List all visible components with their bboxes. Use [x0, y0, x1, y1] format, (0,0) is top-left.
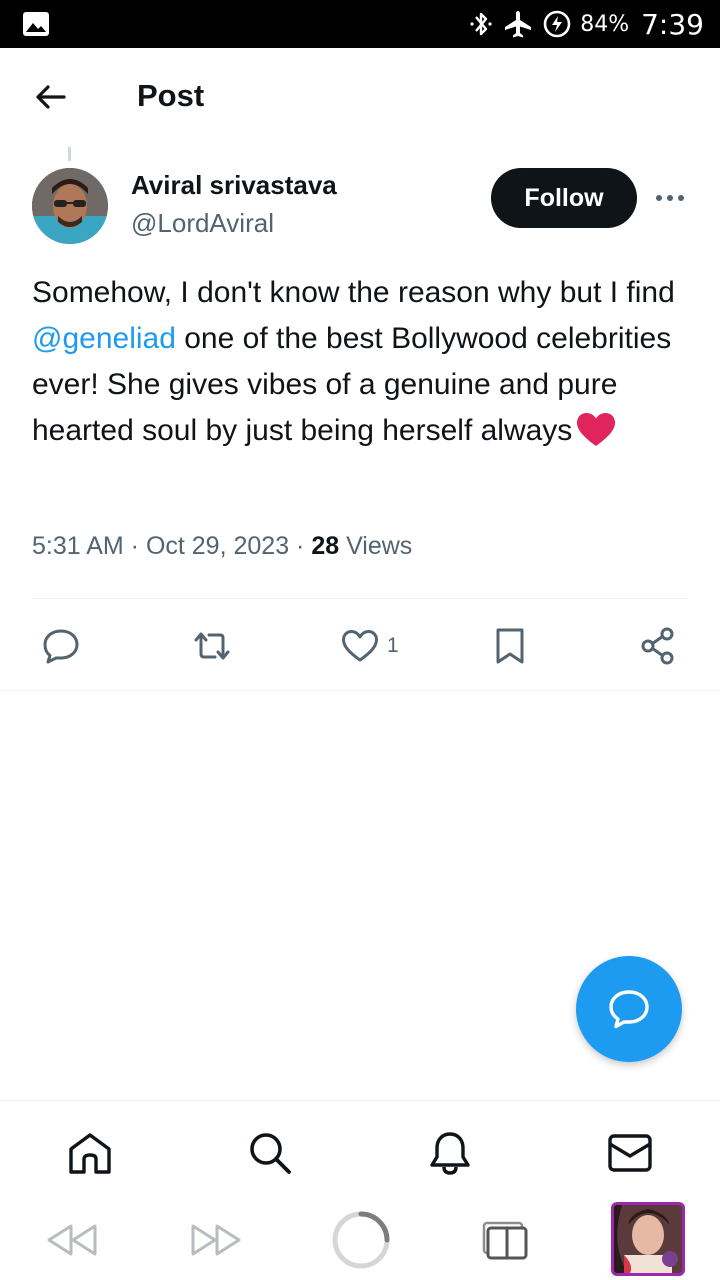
mention-link[interactable]: @geneliad — [32, 322, 176, 355]
avatar-photo — [32, 168, 108, 244]
reply-icon — [43, 629, 79, 664]
top-app-bar: Post — [0, 48, 720, 148]
post-text: Somehow, I don't know the reason why but… — [32, 270, 692, 454]
views-label: Views — [339, 532, 413, 560]
clock: 7:39 — [641, 7, 704, 41]
nav-home[interactable] — [66, 1129, 114, 1177]
heart-icon — [342, 630, 378, 662]
arrow-left-icon — [36, 85, 66, 109]
reply-button[interactable] — [42, 624, 80, 668]
back-button[interactable] — [30, 80, 70, 114]
search-icon — [250, 1133, 291, 1174]
post-text-part: Somehow, I don't know the reason why but… — [32, 276, 675, 309]
more-options-button[interactable] — [650, 182, 690, 214]
author-handle[interactable]: @LordAviral — [131, 208, 274, 239]
post-meta: 5:31 AM · Oct 29, 2023 · 28 Views — [32, 532, 412, 561]
bookmark-button[interactable] — [495, 624, 525, 668]
fast-forward-icon — [191, 1224, 241, 1256]
status-icons: 84% 7:39 — [468, 0, 704, 48]
tabs-button[interactable] — [478, 1208, 530, 1272]
gallery-icon — [23, 12, 49, 36]
notifications-icon — [430, 1132, 470, 1175]
home-icon — [69, 1133, 111, 1174]
compose-reply-icon — [609, 990, 649, 1029]
tabs-icon — [482, 1221, 528, 1260]
divider — [32, 598, 688, 599]
battery-charging-icon — [543, 10, 571, 38]
share-icon — [641, 627, 674, 665]
bookmark-icon — [496, 628, 524, 664]
status-bar: 84% 7:39 — [0, 0, 720, 48]
rewind-icon — [47, 1224, 97, 1256]
more-horizontal-icon — [656, 195, 684, 201]
rewind-button[interactable] — [44, 1208, 100, 1272]
views-count[interactable]: 28 — [311, 532, 339, 560]
nav-notifications[interactable] — [426, 1129, 474, 1177]
post-actions: 1 — [0, 600, 720, 690]
tab-thumbnail[interactable] — [611, 1202, 685, 1276]
nav-messages[interactable] — [606, 1129, 654, 1177]
divider — [0, 690, 720, 691]
like-button[interactable]: 1 — [341, 624, 399, 668]
author-name[interactable]: Aviral srivastava — [131, 170, 337, 201]
battery-level: 84% — [580, 11, 630, 37]
repost-button[interactable] — [191, 624, 233, 668]
follow-button[interactable]: Follow — [491, 168, 637, 228]
reply-fab[interactable] — [576, 956, 682, 1062]
red-heart-emoji — [577, 413, 616, 446]
author-avatar[interactable] — [32, 168, 108, 244]
thread-line — [68, 147, 71, 161]
thumbnail-image — [614, 1205, 682, 1273]
share-button[interactable] — [640, 624, 676, 668]
repost-icon — [194, 632, 230, 660]
post-timestamp[interactable]: 5:31 AM · Oct 29, 2023 — [32, 532, 289, 560]
messages-icon — [608, 1134, 652, 1172]
page-title: Post — [137, 78, 205, 113]
loading-indicator — [329, 1208, 393, 1272]
bluetooth-icon — [470, 12, 492, 36]
loading-icon — [332, 1211, 390, 1269]
meta-separator: · — [289, 532, 312, 560]
bottom-navigation — [0, 1100, 720, 1200]
fast-forward-button[interactable] — [188, 1208, 244, 1272]
nav-search[interactable] — [246, 1129, 294, 1177]
airplane-mode-icon — [505, 11, 532, 38]
like-count: 1 — [387, 634, 399, 657]
